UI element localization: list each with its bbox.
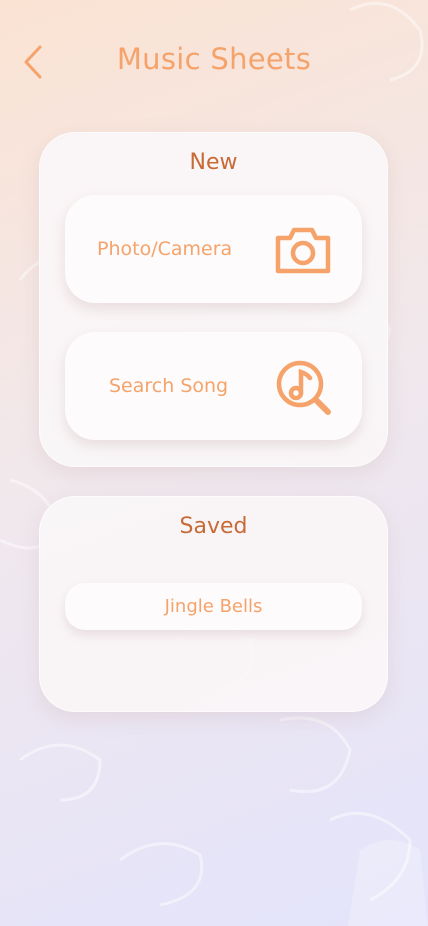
new-section-title: New [189, 150, 238, 175]
photo-camera-button[interactable]: Photo/Camera [65, 195, 362, 303]
page-title: Music Sheets [116, 42, 312, 76]
camera-icon [275, 227, 331, 274]
saved-song-item[interactable]: Jingle Bells [65, 583, 362, 630]
header: Music Sheets [0, 0, 428, 120]
search-song-label: Search Song [109, 375, 229, 397]
new-card: New Photo/Camera Search Song [39, 132, 388, 467]
saved-section-title: Saved [179, 514, 248, 539]
saved-card: Saved Jingle Bells [39, 496, 388, 712]
music-search-icon [276, 360, 331, 415]
search-song-button[interactable]: Search Song [65, 332, 362, 440]
photo-camera-label: Photo/Camera [97, 238, 233, 260]
